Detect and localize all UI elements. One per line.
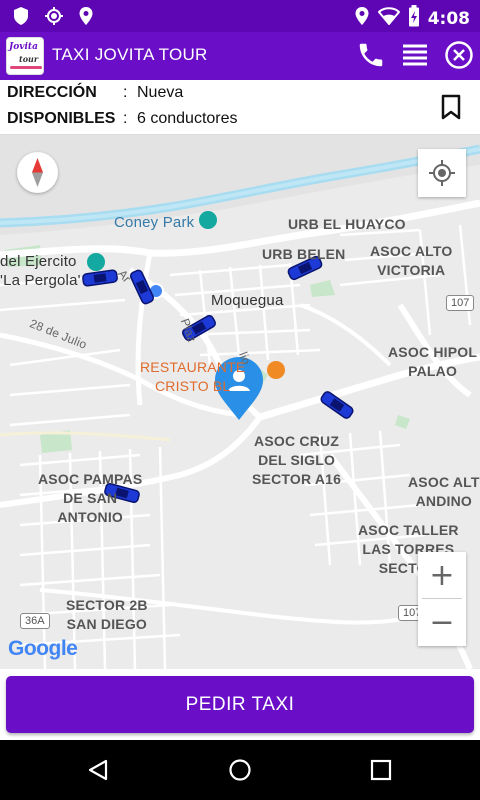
restaurant-poi-icon <box>267 361 285 379</box>
logo-text-top: Jovita <box>9 42 38 52</box>
zoom-out-button[interactable]: − <box>418 599 466 646</box>
google-logo: Google <box>8 637 78 661</box>
location-pin-icon <box>354 6 370 31</box>
park-poi-icon-2 <box>87 253 105 271</box>
direction-value: Nueva <box>137 84 184 101</box>
status-time: 4:08 <box>427 8 470 29</box>
app-bar: Jovita tour TAXI JOVITA TOUR <box>0 32 480 80</box>
route-shield-36a: 36A <box>20 613 50 629</box>
map-canvas <box>0 135 480 669</box>
map-label-moquegua: Moquegua <box>211 292 284 309</box>
info-panel: DIRECCIÓN : Nueva DISPONIBLES : 6 conduc… <box>0 80 480 135</box>
order-area: PEDIR TAXI <box>0 669 480 740</box>
home-icon[interactable] <box>228 758 252 782</box>
route-shield-107-top: 107 <box>446 295 475 311</box>
available-label: DISPONIBLES <box>7 110 116 127</box>
map-label-urb-belen: URB BELEN <box>262 246 346 262</box>
park-poi-icon <box>199 211 217 229</box>
google-logo-text: Google <box>8 637 78 660</box>
map-label-coney-park: Coney Park <box>114 214 195 231</box>
map-label-asoc-alto-andino: ASOC ALT ANDINO <box>408 474 480 509</box>
zoom-in-button[interactable]: + <box>418 552 466 599</box>
map-label-asoc-cruz: ASOC CRUZ DEL SIGLO SECTOR A16 <box>252 433 342 487</box>
map-label-asoc-alto-victoria: ASOC ALTO VICTORIA <box>370 243 453 278</box>
back-icon[interactable] <box>86 758 110 782</box>
my-location-button[interactable] <box>418 149 466 197</box>
available-value: 6 conductores <box>137 110 238 127</box>
map-label-urb-huayco: URB EL HUAYCO <box>288 216 406 232</box>
map-view[interactable]: Coney Park URB EL HUAYCO URB BELEN ASOC … <box>0 135 480 669</box>
compass-button[interactable] <box>17 152 58 193</box>
shield-icon <box>12 6 30 31</box>
app-logo: Jovita tour <box>6 37 44 75</box>
location-pin-icon <box>78 6 94 31</box>
zoom-controls: + − <box>418 552 466 646</box>
close-circle-icon[interactable] <box>444 40 474 70</box>
bookmark-icon[interactable] <box>440 94 462 125</box>
map-label-asoc-hipol: ASOC HIPOL PALAO <box>388 344 478 379</box>
map-label-sector-2b: SECTOR 2B SAN DIEGO <box>66 597 148 632</box>
status-bar: 4:08 <box>0 0 480 32</box>
direction-separator: : <box>123 84 128 101</box>
map-label-restaurante: RESTAURANTE CRISTO BL <box>140 359 246 394</box>
compass-icon <box>32 158 43 187</box>
logo-text-bottom: tour <box>19 54 39 64</box>
direction-row: DIRECCIÓN : Nueva <box>7 84 183 102</box>
menu-list-icon[interactable] <box>400 40 430 70</box>
available-row: DISPONIBLES : 6 conductores <box>7 110 238 128</box>
map-label-del-ejercito: del Ejercito 'La Pergola' <box>0 253 81 289</box>
battery-charging-icon <box>408 5 420 32</box>
logo-underline <box>10 66 42 69</box>
order-taxi-button[interactable]: PEDIR TAXI <box>6 676 474 733</box>
direction-label: DIRECCIÓN <box>7 84 97 101</box>
wifi-icon <box>377 7 401 30</box>
crosshair-icon <box>429 160 455 186</box>
phone-icon[interactable] <box>356 40 386 70</box>
gps-icon <box>44 6 64 31</box>
app-title: TAXI JOVITA TOUR <box>52 45 208 64</box>
system-nav-bar <box>0 740 480 800</box>
available-separator: : <box>123 110 128 127</box>
recents-icon[interactable] <box>369 758 393 782</box>
map-label-asoc-pampas: ASOC PAMPAS DE SAN ANTONIO <box>38 471 143 525</box>
